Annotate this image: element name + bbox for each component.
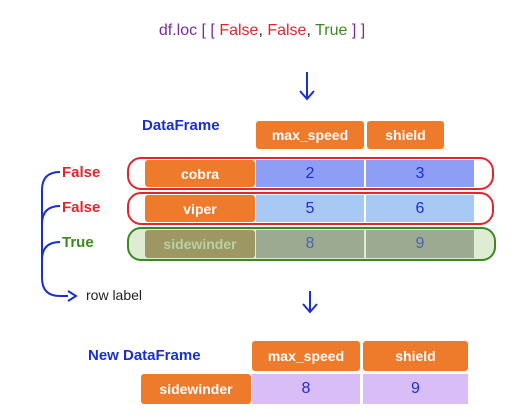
column-header-shield: shield xyxy=(367,121,444,149)
new-cell-sidewinder-shield: 9 xyxy=(363,374,468,404)
dataframe-caption: DataFrame xyxy=(142,117,220,134)
code-bool-2: False xyxy=(267,22,307,39)
row-selection-false-viper xyxy=(127,192,494,225)
new-column-header-max-speed: max_speed xyxy=(252,341,360,371)
new-row-index-sidewinder: sidewinder xyxy=(141,374,251,404)
row-label-note: row label xyxy=(86,287,143,303)
code-sep-1: , xyxy=(258,22,268,39)
code-bool-1: False xyxy=(219,22,259,39)
code-suffix: ] ] xyxy=(347,22,366,39)
code-prefix: df.loc [ [ xyxy=(158,22,220,39)
down-arrow-icon-2 xyxy=(302,291,318,314)
row-selection-false-cobra xyxy=(127,157,494,190)
code-sep-2: , xyxy=(306,22,316,39)
row-selection-true-sidewinder xyxy=(127,227,496,261)
code-bool-3: True xyxy=(315,22,348,39)
new-cell-sidewinder-max-speed: 8 xyxy=(252,374,360,404)
column-header-max-speed: max_speed xyxy=(256,121,364,149)
down-arrow-icon xyxy=(299,72,315,101)
code-expression: df.loc [ [ False, False, True ] ] xyxy=(0,22,524,40)
new-column-header-shield: shield xyxy=(363,341,468,371)
row-label-bracket-icon xyxy=(41,171,68,297)
new-dataframe-caption: New DataFrame xyxy=(88,347,201,364)
right-arrow-icon xyxy=(67,290,78,302)
